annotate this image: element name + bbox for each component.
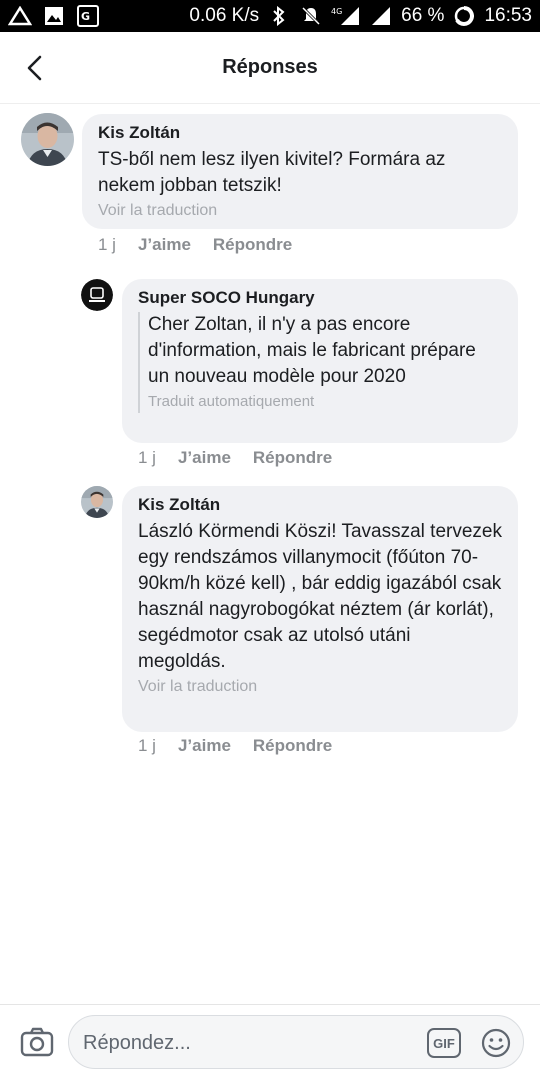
see-translation-link[interactable]: Voir la traduction — [98, 200, 502, 222]
comment-actions: 1 j J’aime Répondre — [138, 736, 332, 756]
app-header: Réponses — [0, 32, 540, 104]
svg-text:4G: 4G — [331, 7, 342, 16]
page-title: Réponses — [222, 56, 318, 78]
page-logo-image — [81, 279, 113, 311]
reply-box: GIF — [68, 1015, 524, 1069]
gallery-icon — [42, 5, 66, 27]
avatar[interactable] — [81, 279, 113, 311]
comment-text: Cher Zoltan, il n'y a pas encore d'infor… — [148, 314, 476, 387]
battery-percent: 66 % — [401, 5, 445, 26]
reply-button[interactable]: Répondre — [213, 235, 292, 255]
comment-text: TS-ből nem lesz ilyen kivitel? Formára a… — [98, 149, 446, 196]
comment-time: 1 j — [98, 235, 116, 254]
emoji-button[interactable] — [480, 1027, 512, 1059]
translated-quote: Cher Zoltan, il n'y a pas encore d'infor… — [138, 312, 502, 413]
comment-author[interactable]: Kis Zoltán — [98, 122, 502, 144]
status-bar: G 0.06 K/s 4G 66 % 16:53 — [0, 0, 540, 32]
signal-icon — [369, 5, 393, 27]
comment: Kis Zoltán László Körmendi Köszi! Tavass… — [0, 480, 540, 770]
like-button[interactable]: J’aime — [178, 736, 231, 756]
translate-icon: G — [76, 5, 100, 27]
comment-time: 1 j — [138, 736, 156, 755]
camera-button[interactable] — [18, 1023, 56, 1061]
battery-icon — [452, 5, 476, 27]
avatar[interactable] — [21, 113, 74, 166]
comment-bubble[interactable]: Kis Zoltán TS-ből nem lesz ilyen kivitel… — [82, 114, 518, 229]
user-avatar-image — [21, 113, 74, 166]
user-avatar-image — [81, 486, 113, 518]
comment-author[interactable]: Super SOCO Hungary — [138, 287, 502, 309]
mute-icon — [299, 5, 323, 27]
reply-input[interactable] — [83, 1028, 403, 1058]
comment: Kis Zoltán TS-ből nem lesz ilyen kivitel… — [0, 104, 540, 264]
network-speed: 0.06 K/s — [189, 5, 260, 26]
bluetooth-icon — [267, 5, 291, 27]
reply-button[interactable]: Répondre — [253, 448, 332, 468]
comment: Super SOCO Hungary Cher Zoltan, il n'y a… — [0, 270, 540, 480]
app-notification-icon — [8, 5, 32, 27]
clock: 16:53 — [484, 5, 532, 26]
reply-composer: GIF — [0, 1004, 540, 1080]
signal-4g-icon: 4G — [331, 5, 361, 27]
avatar[interactable] — [81, 486, 113, 518]
gif-button[interactable]: GIF — [427, 1028, 461, 1058]
comment-bubble[interactable]: Kis Zoltán László Körmendi Köszi! Tavass… — [122, 486, 518, 732]
comment-actions: 1 j J’aime Répondre — [138, 448, 332, 468]
reply-button[interactable]: Répondre — [253, 736, 332, 756]
auto-translated-label: Traduit automatiquement — [148, 393, 315, 410]
emoji-icon — [481, 1028, 511, 1058]
comment-bubble[interactable]: Super SOCO Hungary Cher Zoltan, il n'y a… — [122, 279, 518, 443]
comment-text: László Körmendi Köszi! Tavasszal terveze… — [138, 521, 502, 672]
comment-actions: 1 j J’aime Répondre — [98, 235, 292, 255]
see-translation-link[interactable]: Voir la traduction — [138, 676, 502, 698]
comment-author[interactable]: Kis Zoltán — [138, 494, 502, 516]
like-button[interactable]: J’aime — [138, 235, 191, 255]
camera-icon — [20, 1027, 54, 1057]
svg-text:G: G — [81, 10, 90, 23]
comment-time: 1 j — [138, 448, 156, 467]
like-button[interactable]: J’aime — [178, 448, 231, 468]
